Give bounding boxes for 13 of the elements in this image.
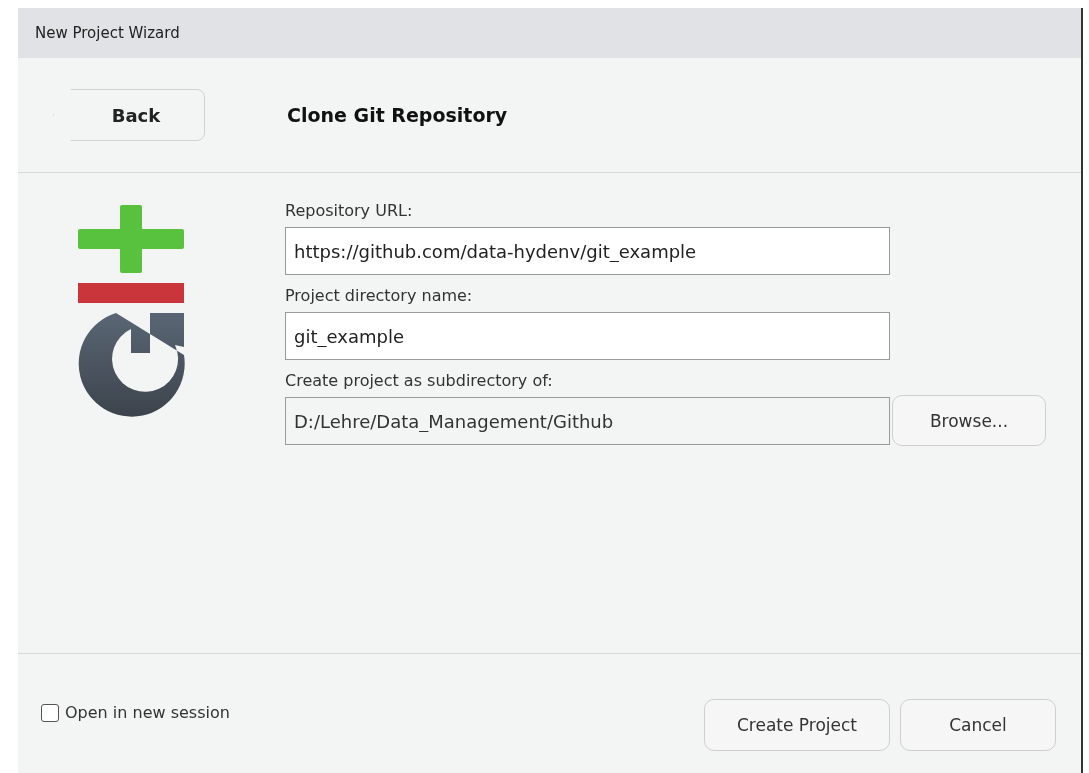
create-project-button[interactable]: Create Project <box>704 698 890 751</box>
cancel-button[interactable]: Cancel <box>900 698 1056 751</box>
checkbox[interactable] <box>41 703 59 722</box>
field-label: Create project as subdirectory of: <box>285 371 554 390</box>
field-label: Project directory name: <box>285 286 474 305</box>
page-title: Clone Git Repository <box>287 104 508 126</box>
input-field[interactable]: https://github.com/data-hydenv/git_example <box>285 227 890 275</box>
field-label: Repository URL: <box>285 201 414 220</box>
window-title: New Project Wizard <box>35 24 180 42</box>
back-button[interactable]: Back <box>53 89 205 141</box>
git-logo-icon <box>78 205 188 417</box>
checkbox-label[interactable]: Open in new session <box>65 703 230 722</box>
input-field[interactable]: git_example <box>285 312 890 360</box>
